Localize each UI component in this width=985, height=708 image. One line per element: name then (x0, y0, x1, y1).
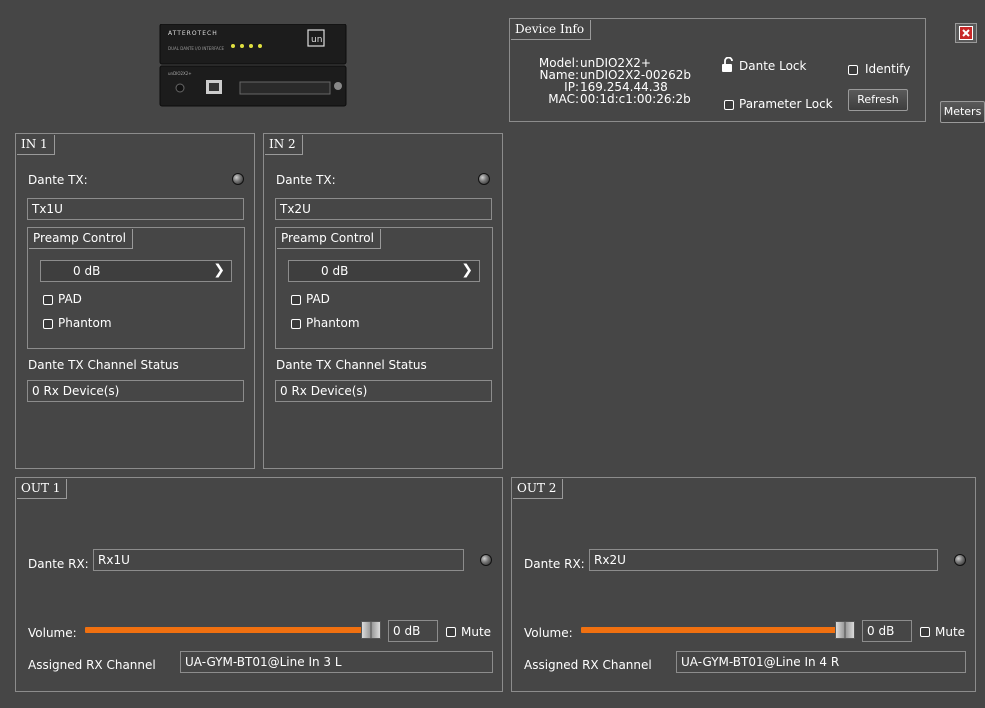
unlock-icon (721, 56, 735, 76)
assigned-rx-channel-field: UA-GYM-BT01@Line In 3 L (180, 651, 493, 673)
preamp-control-group: Preamp Control 0 dB ❯ PAD Phantom (27, 227, 245, 349)
preamp-control-title: Preamp Control (277, 229, 381, 249)
tx-channel-status-field: 0 Rx Device(s) (27, 380, 244, 402)
dante-rx-field[interactable]: Rx1U (93, 549, 464, 571)
close-icon (959, 26, 973, 40)
phantom-label: Phantom (306, 316, 360, 330)
mute-label: Mute (935, 625, 966, 639)
pad-label: PAD (306, 292, 330, 306)
svg-text:DUAL DANTE I/O INTERFACE: DUAL DANTE I/O INTERFACE (168, 46, 224, 51)
volume-slider-fill (85, 627, 365, 633)
pad-checkbox[interactable] (43, 295, 53, 305)
volume-value-field[interactable]: 0 dB (388, 620, 438, 642)
mute-label: Mute (461, 625, 492, 639)
input-group-2: IN 2 Dante TX: Tx2U Preamp Control 0 dB … (263, 133, 503, 469)
volume-value-field[interactable]: 0 dB (862, 620, 912, 642)
identify-label: Identify (865, 62, 911, 76)
mute-checkbox[interactable] (446, 627, 456, 637)
dante-rx-field[interactable]: Rx2U (589, 549, 938, 571)
gain-select[interactable]: 0 dB ❯ (288, 260, 480, 282)
rx-status-led (954, 554, 966, 566)
meters-button[interactable]: Meters (940, 101, 985, 123)
svg-text:un: un (311, 35, 322, 45)
dante-tx-label: Dante TX: (28, 173, 88, 187)
volume-slider-thumb[interactable] (835, 621, 855, 639)
phantom-checkbox[interactable] (291, 319, 301, 329)
preamp-control-title: Preamp Control (29, 229, 133, 249)
mac-value: 00:1d:c1:00:26:2b (580, 92, 691, 106)
gain-select[interactable]: 0 dB ❯ (40, 260, 232, 282)
output-2-title: OUT 2 (513, 479, 564, 499)
tx-channel-status-label: Dante TX Channel Status (276, 358, 427, 372)
chevron-down-icon: ❯ (461, 262, 473, 278)
dante-lock-label: Dante Lock (739, 59, 807, 73)
gain-value: 0 dB (73, 264, 101, 278)
pad-checkbox[interactable] (291, 295, 301, 305)
device-info-group: Device Info Model: unDIO2X2+ Name: unDIO… (509, 18, 926, 122)
output-group-1: OUT 1 Dante RX: Rx1U Volume: 0 dB Mute A… (15, 477, 503, 692)
volume-label: Volume: (524, 626, 573, 640)
dante-tx-field[interactable]: Tx1U (27, 198, 244, 220)
preamp-control-group: Preamp Control 0 dB ❯ PAD Phantom (275, 227, 493, 349)
volume-slider-fill (581, 627, 839, 633)
mute-checkbox[interactable] (920, 627, 930, 637)
pad-label: PAD (58, 292, 82, 306)
dante-lock-toggle[interactable]: Dante Lock (721, 56, 821, 76)
refresh-button[interactable]: Refresh (848, 89, 908, 111)
dante-rx-label: Dante RX: (28, 557, 89, 571)
mac-label: MAC: (548, 92, 579, 106)
device-info-title: Device Info (511, 20, 592, 40)
assigned-rx-channel-label: Assigned RX Channel (524, 658, 652, 672)
volume-slider[interactable] (581, 621, 855, 639)
input-group-1: IN 1 Dante TX: Tx1U Preamp Control 0 dB … (15, 133, 255, 469)
dante-tx-label: Dante TX: (276, 173, 336, 187)
rx-status-led (480, 554, 492, 566)
output-group-2: OUT 2 Dante RX: Rx2U Volume: 0 dB Mute A… (511, 477, 976, 692)
device-image: ATTEROTECH DUAL DANTE I/O INTERFACE un u… (158, 23, 348, 108)
phantom-checkbox[interactable] (43, 319, 53, 329)
tx-status-led (478, 173, 490, 185)
tx-channel-status-label: Dante TX Channel Status (28, 358, 179, 372)
svg-text:unDIO2X2+: unDIO2X2+ (168, 71, 192, 76)
identify-checkbox[interactable] (848, 65, 858, 75)
dante-rx-label: Dante RX: (524, 557, 585, 571)
svg-text:ATTEROTECH: ATTEROTECH (168, 30, 218, 37)
assigned-rx-channel-field: UA-GYM-BT01@Line In 4 R (676, 651, 966, 673)
volume-label: Volume: (28, 626, 77, 640)
input-1-title: IN 1 (17, 135, 55, 155)
chevron-down-icon: ❯ (213, 262, 225, 278)
gain-value: 0 dB (321, 264, 349, 278)
tx-channel-status-field: 0 Rx Device(s) (275, 380, 492, 402)
input-2-title: IN 2 (265, 135, 303, 155)
phantom-label: Phantom (58, 316, 112, 330)
close-button[interactable] (955, 23, 977, 43)
volume-slider-thumb[interactable] (361, 621, 381, 639)
assigned-rx-channel-label: Assigned RX Channel (28, 658, 156, 672)
output-1-title: OUT 1 (17, 479, 68, 499)
parameter-lock-checkbox[interactable] (724, 100, 734, 110)
volume-slider[interactable] (85, 621, 381, 639)
parameter-lock-label: Parameter Lock (739, 97, 833, 111)
dante-tx-field[interactable]: Tx2U (275, 198, 492, 220)
tx-status-led (232, 173, 244, 185)
